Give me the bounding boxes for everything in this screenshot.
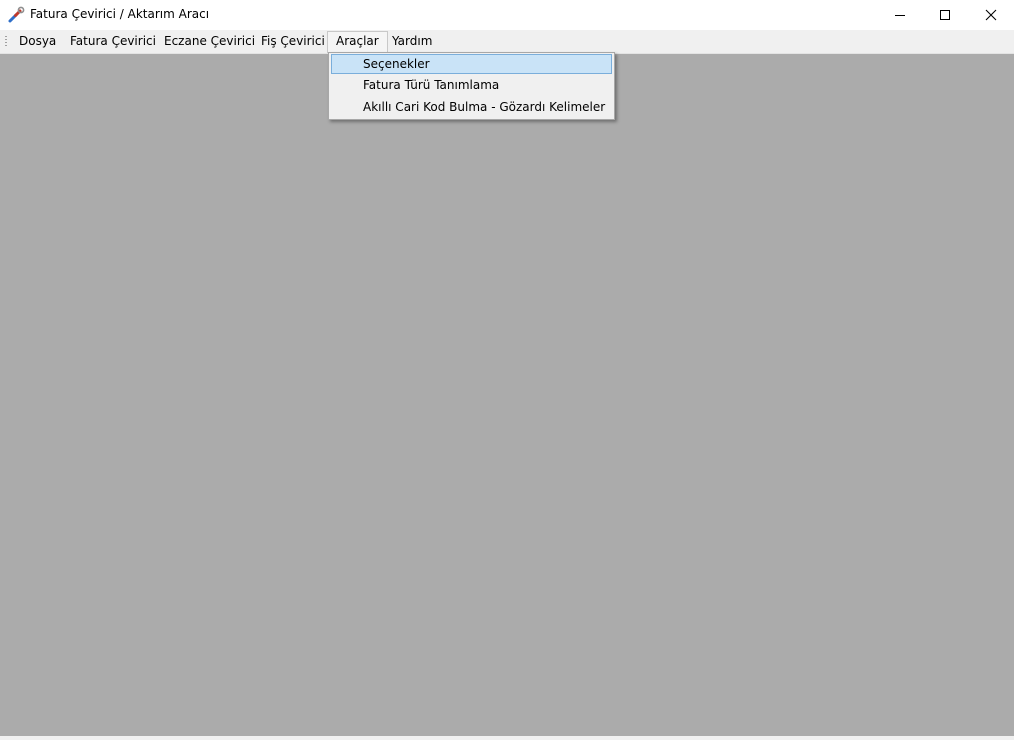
menu-araclar[interactable]: Araçlar — [327, 31, 388, 53]
app-window: Fatura Çevirici / Aktarım Aracı Dosya Fa… — [0, 0, 1014, 740]
menu-item-fatura-turu-tanimlama[interactable]: Fatura Türü Tanımlama — [331, 76, 612, 96]
menu-item-akilli-cari-kod-bulma[interactable]: Akıllı Cari Kod Bulma - Gözardı Kelimele… — [331, 98, 612, 118]
mdi-client-area[interactable] — [0, 54, 1014, 736]
window-title: Fatura Çevirici / Aktarım Aracı — [30, 7, 210, 21]
menu-grip-icon[interactable] — [5, 36, 7, 48]
window-bottom-border — [0, 736, 1014, 740]
menu-bar: Dosya Fatura Çevirici Eczane Çevirici Fi… — [0, 30, 1014, 54]
menu-eczane-cevirici[interactable]: Eczane Çevirici — [156, 31, 263, 51]
close-icon — [985, 9, 997, 21]
minimize-button[interactable] — [877, 0, 923, 30]
close-button[interactable] — [968, 0, 1014, 30]
maximize-button[interactable] — [922, 0, 968, 30]
maximize-icon — [940, 10, 950, 20]
menu-fis-cevirici[interactable]: Fiş Çevirici — [253, 31, 333, 51]
minimize-icon — [895, 15, 905, 16]
araclar-dropdown-menu: Seçenekler Fatura Türü Tanımlama Akıllı … — [328, 52, 615, 120]
menu-item-secenekler[interactable]: Seçenekler — [331, 54, 612, 74]
title-bar[interactable]: Fatura Çevirici / Aktarım Aracı — [0, 0, 1014, 30]
menu-fatura-cevirici[interactable]: Fatura Çevirici — [62, 31, 164, 51]
menu-yardim[interactable]: Yardım — [384, 31, 440, 51]
wrench-icon[interactable] — [7, 6, 25, 24]
menu-dosya[interactable]: Dosya — [11, 31, 64, 51]
